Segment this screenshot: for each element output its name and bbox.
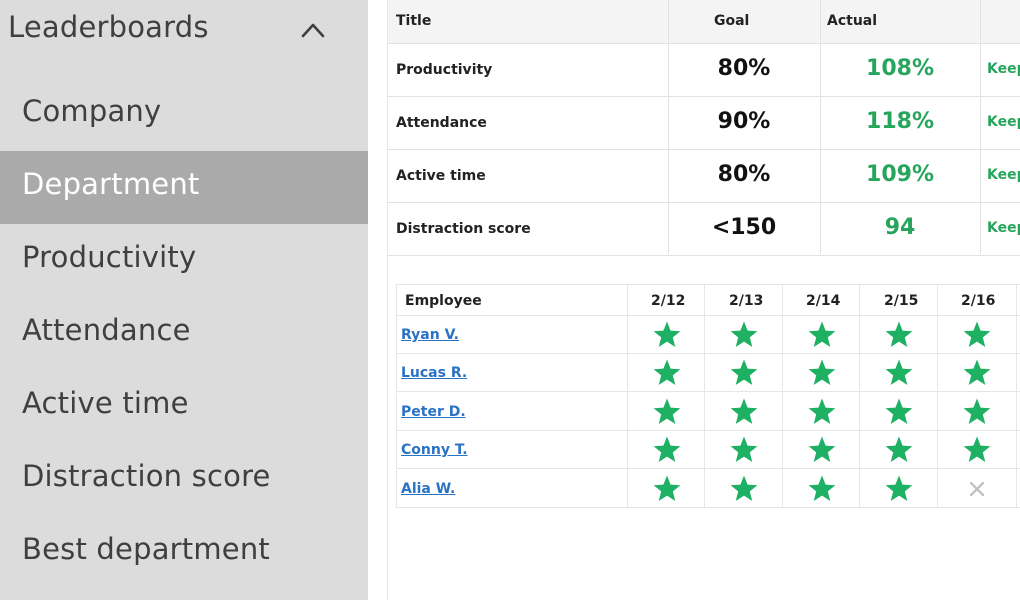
content-panel: Title Goal Actual Productivity 80% 108% Kee… xyxy=(387,0,1020,600)
table-row: Attendance 90% 118% Keep xyxy=(388,97,1020,150)
employee-link[interactable]: Alia W. xyxy=(401,481,455,497)
star-icon xyxy=(807,435,837,465)
status-text: Keep xyxy=(987,167,1020,183)
star-icon xyxy=(807,474,837,504)
goals-table: Title Goal Actual Productivity 80% 108% Kee… xyxy=(388,0,1020,256)
column-divider xyxy=(937,284,938,508)
goal-title: Active time xyxy=(396,168,486,184)
star-icon xyxy=(729,435,759,465)
star-icon xyxy=(652,320,682,350)
actual-value: 108% xyxy=(866,56,934,81)
sidebar-item-label: Active time xyxy=(22,386,189,420)
sidebar-item-attendance[interactable]: Attendance xyxy=(0,297,368,370)
goal-value: 80% xyxy=(717,162,771,187)
column-divider xyxy=(627,284,628,508)
sidebar-item-productivity[interactable]: Productivity xyxy=(0,224,368,297)
goal-title: Attendance xyxy=(396,115,487,131)
star-icon xyxy=(729,397,759,427)
sidebar-item-label: Productivity xyxy=(22,240,197,274)
header-date: 2/13 xyxy=(729,293,764,309)
sidebar-title: Leaderboards xyxy=(8,10,209,44)
header-date: 2/15 xyxy=(884,293,919,309)
star-icon xyxy=(807,358,837,388)
table-row: Ryan V. xyxy=(396,316,1020,354)
table-row: Conny T. xyxy=(396,431,1020,470)
column-divider xyxy=(782,284,783,508)
header-date: 2/14 xyxy=(806,293,841,309)
star-icon xyxy=(729,358,759,388)
table-row: Active time 80% 109% Keep xyxy=(388,150,1020,203)
actual-value: 94 xyxy=(884,215,916,240)
star-icon xyxy=(729,474,759,504)
column-divider xyxy=(980,0,981,254)
star-icon xyxy=(962,320,992,350)
goals-table-header: Title Goal Actual xyxy=(388,0,1020,44)
sidebar-item-label: Company xyxy=(22,94,162,128)
sidebar-header[interactable]: Leaderboards xyxy=(0,0,368,64)
star-icon xyxy=(884,474,914,504)
sidebar-item-label: Department xyxy=(22,167,200,201)
header-date: 2/16 xyxy=(961,293,996,309)
star-icon xyxy=(884,397,914,427)
table-row: Distraction score <150 94 Keep xyxy=(388,203,1020,256)
x-icon xyxy=(962,474,992,504)
star-icon xyxy=(962,397,992,427)
star-icon xyxy=(652,358,682,388)
star-icon xyxy=(652,474,682,504)
sidebar-item-active-time[interactable]: Active time xyxy=(0,370,368,443)
star-icon xyxy=(652,435,682,465)
header-employee: Employee xyxy=(405,293,482,309)
header-title: Title xyxy=(396,13,432,29)
star-icon xyxy=(884,435,914,465)
sidebar-item-best-department[interactable]: Best department xyxy=(0,516,368,589)
goal-title: Productivity xyxy=(396,62,493,78)
header-date: 2/12 xyxy=(651,293,686,309)
star-icon xyxy=(729,320,759,350)
table-row: Productivity 80% 108% Keep xyxy=(388,44,1020,97)
chevron-up-icon[interactable] xyxy=(301,22,325,38)
status-text: Keep xyxy=(987,61,1020,77)
sidebar: Leaderboards Company Department Productivi… xyxy=(0,0,368,600)
header-actual: Actual xyxy=(827,13,878,29)
star-icon xyxy=(652,397,682,427)
sidebar-item-distraction-score[interactable]: Distraction score xyxy=(0,443,368,516)
leaderboard-screen: Leaderboards Company Department Productivi… xyxy=(0,0,1020,600)
star-icon xyxy=(884,358,914,388)
star-icon xyxy=(962,435,992,465)
employee-link[interactable]: Conny T. xyxy=(401,442,468,458)
star-icon xyxy=(807,397,837,427)
column-divider xyxy=(820,0,821,254)
column-divider xyxy=(668,0,669,254)
table-row: Lucas R. xyxy=(396,354,1020,393)
sidebar-item-label: Attendance xyxy=(22,313,191,347)
goal-value: 80% xyxy=(717,56,771,81)
goal-value: 90% xyxy=(717,109,771,134)
gutter xyxy=(368,0,387,600)
table-row: Peter D. xyxy=(396,392,1020,431)
status-text: Keep xyxy=(987,220,1020,236)
employee-link[interactable]: Peter D. xyxy=(401,404,466,420)
column-divider xyxy=(859,284,860,508)
employee-link[interactable]: Lucas R. xyxy=(401,365,467,381)
header-goal: Goal xyxy=(714,13,750,29)
sidebar-item-label: Best department xyxy=(22,532,270,566)
star-icon xyxy=(884,320,914,350)
sidebar-item-label: Distraction score xyxy=(22,459,271,493)
star-icon xyxy=(807,320,837,350)
actual-value: 118% xyxy=(866,109,934,134)
sidebar-item-department[interactable]: Department xyxy=(0,151,368,224)
column-divider xyxy=(704,284,705,508)
streak-table-header: Employee 2/12 2/13 2/14 2/15 2/16 xyxy=(396,284,1020,316)
actual-value: 109% xyxy=(866,162,934,187)
status-text: Keep xyxy=(987,114,1020,130)
goal-value: <150 xyxy=(711,215,777,240)
goal-title: Distraction score xyxy=(396,221,531,237)
table-row: Alia W. xyxy=(396,469,1020,508)
column-divider xyxy=(1016,284,1017,508)
employee-link[interactable]: Ryan V. xyxy=(401,327,459,343)
star-icon xyxy=(962,358,992,388)
sidebar-item-company[interactable]: Company xyxy=(0,78,368,151)
streak-table: Employee 2/12 2/13 2/14 2/15 2/16 Ryan V… xyxy=(396,284,1020,508)
